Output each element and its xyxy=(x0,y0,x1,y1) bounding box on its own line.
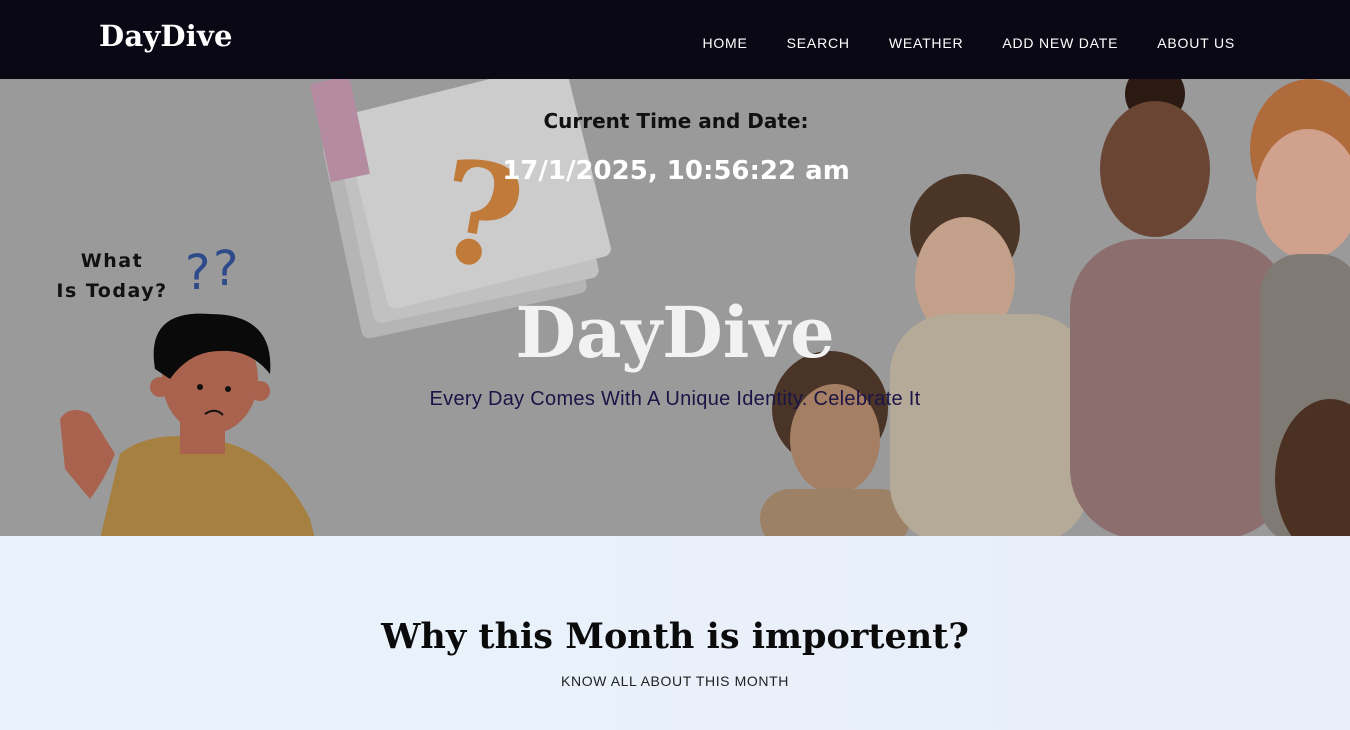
brand-logo[interactable]: DayDive xyxy=(99,19,233,53)
what-line-2: Is Today? xyxy=(56,280,168,302)
month-section: Why this Month is importent? KNOW ALL AB… xyxy=(0,536,1350,730)
nav-add-new-date[interactable]: ADD NEW DATE xyxy=(1002,35,1118,51)
section-subtitle: KNOW ALL ABOUT THIS MONTH xyxy=(561,673,789,689)
nav-about-us[interactable]: ABOUT US xyxy=(1157,35,1235,51)
nav-weather[interactable]: WEATHER xyxy=(889,35,964,51)
what-is-today-text: What Is Today? xyxy=(52,246,172,306)
hero-tagline: Every Day Comes With A Unique Identity. … xyxy=(429,388,921,410)
navbar: DayDive HOME SEARCH WEATHER ADD NEW DATE… xyxy=(0,0,1350,79)
nav-search[interactable]: SEARCH xyxy=(787,35,850,51)
svg-text:?: ? xyxy=(185,245,210,301)
nav-home[interactable]: HOME xyxy=(702,35,747,51)
what-line-1: What xyxy=(80,250,144,272)
current-time-label: Current Time and Date: xyxy=(543,109,809,133)
question-marks-icon: ? ? xyxy=(185,241,238,301)
nav-links: HOME SEARCH WEATHER ADD NEW DATE ABOUT U… xyxy=(663,35,1235,51)
svg-text:?: ? xyxy=(213,241,238,297)
section-title: Why this Month is importent? xyxy=(381,616,969,657)
current-time-value: 17/1/2025, 10:56:22 am xyxy=(502,156,850,186)
hero-banner: ? What Is Today? ? ? Current Time and Da… xyxy=(0,79,1350,536)
hero-title: DayDive xyxy=(515,291,835,374)
